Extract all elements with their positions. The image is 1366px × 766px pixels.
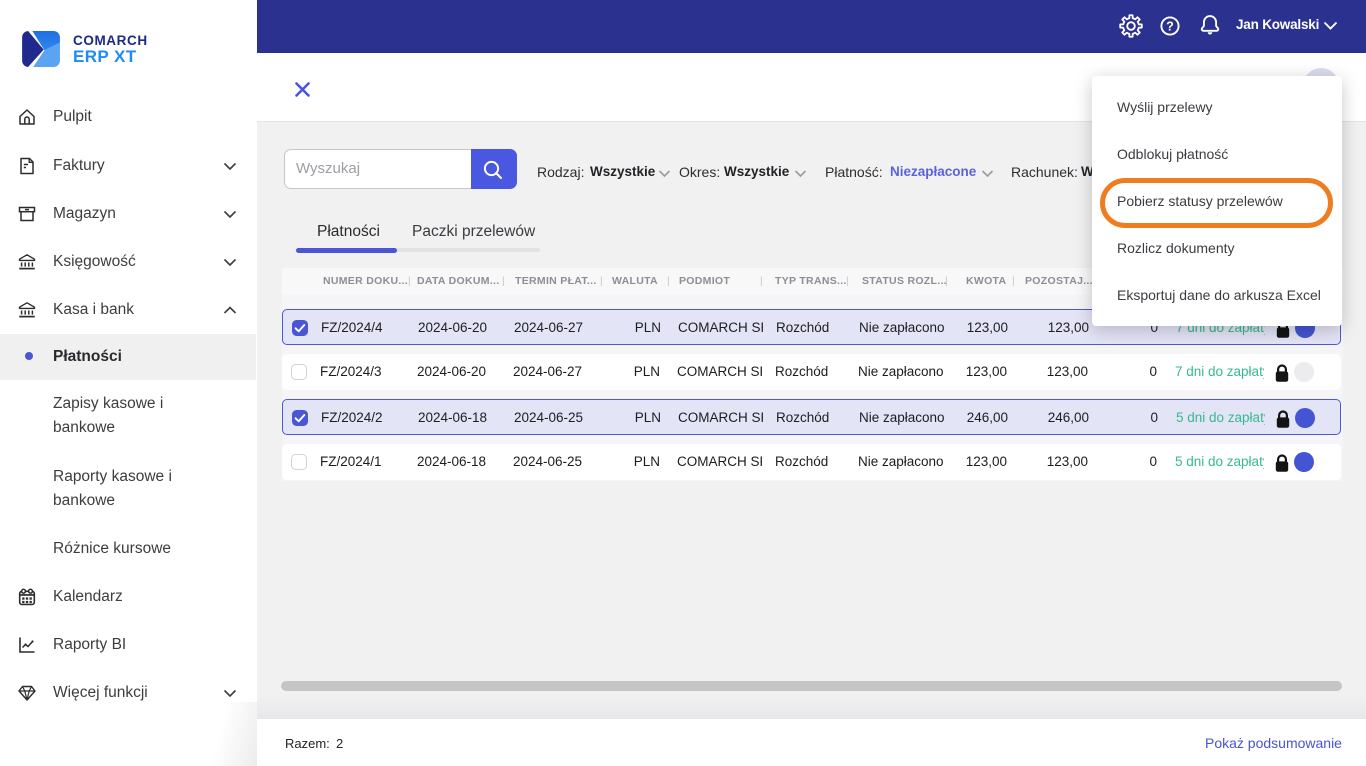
svg-text:?: ? <box>1166 20 1174 34</box>
